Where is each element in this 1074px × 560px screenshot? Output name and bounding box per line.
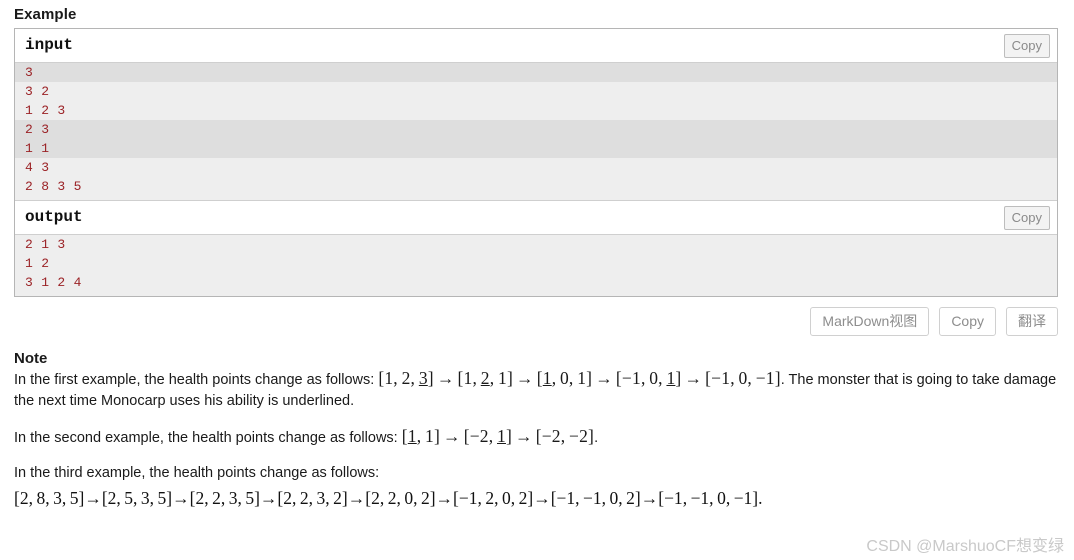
note-paragraph-2: In the second example, the health points… — [14, 426, 1064, 449]
markdown-view-button[interactable]: MarkDown视图 — [810, 307, 930, 336]
copy-button[interactable]: Copy — [939, 307, 996, 336]
code-line: 3 2 — [15, 82, 1057, 101]
note-p3-math: [2, 8, 3, 5]→[2, 5, 3, 5]→[2, 2, 3, 5]→[… — [14, 488, 763, 508]
output-code-body: 2 1 3 1 2 3 1 2 4 — [15, 235, 1057, 296]
note-p2-math: [1, 1] → [−2, 1] → [−2, −2] — [401, 426, 595, 446]
code-line: 1 2 3 — [15, 101, 1057, 120]
note-p2-suffix: . — [594, 430, 599, 446]
sample-tests-container: input Copy 3 3 2 1 2 3 2 3 1 1 4 3 2 8 3… — [14, 28, 1058, 297]
code-line: 2 8 3 5 — [15, 177, 1057, 196]
copy-input-button[interactable]: Copy — [1003, 34, 1050, 58]
note-paragraph-1: In the first example, the health points … — [14, 368, 1064, 412]
note-section: Note In the first example, the health po… — [14, 350, 1064, 510]
input-code-body: 3 3 2 1 2 3 2 3 1 1 4 3 2 8 3 5 — [15, 63, 1057, 200]
code-line: 2 1 3 — [15, 235, 1057, 254]
input-label: input — [25, 36, 74, 54]
note-p2-prefix: In the second example, the health points… — [14, 430, 402, 446]
code-line: 3 1 2 4 — [15, 273, 1057, 292]
input-block: input Copy 3 3 2 1 2 3 2 3 1 1 4 3 2 8 3… — [15, 29, 1057, 200]
note-heading: Note — [14, 350, 48, 367]
example-heading: Example — [14, 6, 77, 23]
note-paragraph-3: In the third example, the health points … — [14, 463, 1064, 484]
output-label: output — [25, 208, 83, 226]
copy-output-button[interactable]: Copy — [1003, 206, 1050, 230]
code-line: 2 3 — [15, 120, 1057, 139]
code-line: 1 2 — [15, 254, 1057, 273]
output-header: output Copy — [15, 200, 1057, 235]
translate-button[interactable]: 翻译 — [1006, 307, 1058, 336]
toolbar: MarkDown视图 Copy 翻译 — [14, 307, 1058, 336]
watermark: CSDN @MarshuoCF想变绿 — [866, 538, 1064, 555]
code-line: 1 1 — [15, 139, 1057, 158]
code-line: 3 — [15, 63, 1057, 82]
note-p3-suffix: . — [758, 488, 763, 508]
note-p1-prefix: In the first example, the health points … — [14, 372, 379, 388]
note-p1-math: [1, 2, 3] → [1, 2, 1] → [1, 0, 1] → [−1, 0, 1]… — [378, 368, 781, 388]
page-content: Example input Copy 3 3 2 1 2 3 2 3 1 1 4… — [0, 0, 1074, 510]
output-block: output Copy 2 1 3 1 2 3 1 2 4 — [15, 200, 1057, 296]
input-header: input Copy — [15, 29, 1057, 63]
code-line: 4 3 — [15, 158, 1057, 177]
note-p3-prefix: In the third example, the health points … — [14, 465, 380, 481]
